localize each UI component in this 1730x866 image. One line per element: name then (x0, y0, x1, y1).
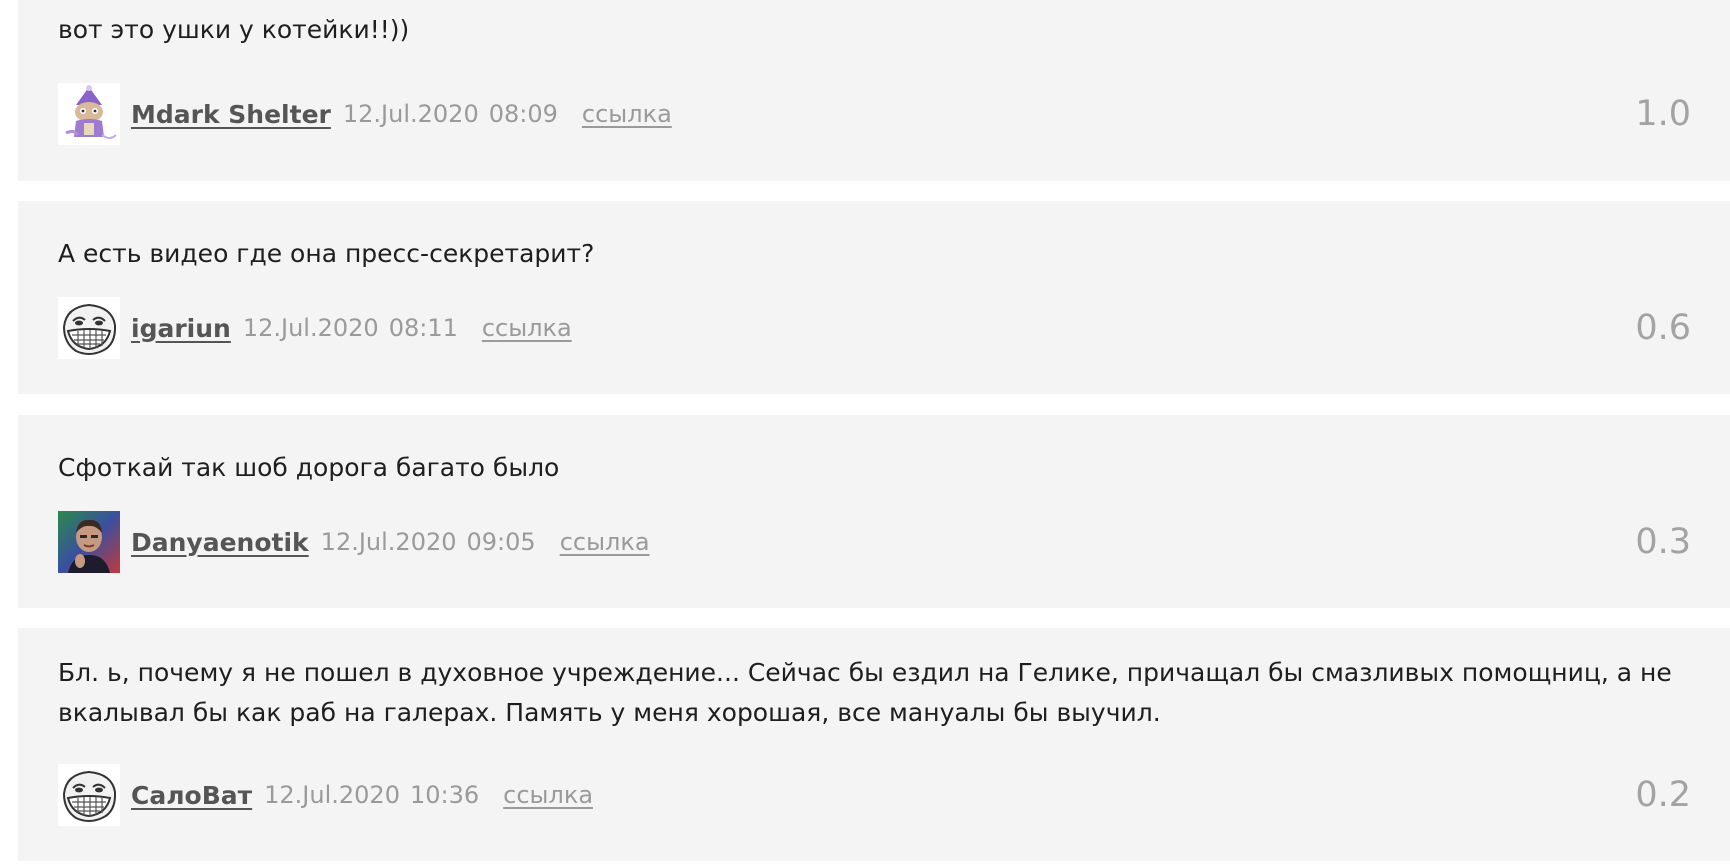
comment-meta: Danyaenotik 12.Jul.2020 09:05 ссылка 0.3 (58, 511, 1691, 573)
comment-permalink[interactable]: ссылка (582, 100, 672, 128)
comment-rating: 0.3 (1635, 522, 1691, 562)
comment-card: А есть видео где она пресс-секретарит? i… (18, 201, 1730, 394)
comment-meta: igariun 12.Jul.2020 08:11 ссылка 0.6 (58, 297, 1691, 359)
comment-permalink[interactable]: ссылка (503, 781, 593, 809)
comment-time: 08:11 (388, 314, 458, 342)
comment-rating: 0.2 (1635, 775, 1691, 815)
comment-card: вот это ушки у котейки!!)) Mdark Shelter… (18, 0, 1730, 181)
comment-card: Сфоткай так шоб дорога багато было Danya… (18, 415, 1730, 608)
author-link[interactable]: Danyaenotik (131, 528, 309, 557)
comment-text: Сфоткай так шоб дорога багато было (58, 453, 560, 482)
author-link[interactable]: Mdark Shelter (131, 100, 331, 129)
author-link[interactable]: igariun (131, 314, 231, 343)
comment-permalink[interactable]: ссылка (482, 314, 572, 342)
comment-time: 09:05 (466, 528, 536, 556)
comment-date: 12.Jul.2020 (320, 528, 457, 556)
comment-time: 10:36 (409, 781, 480, 809)
comment-text: А есть видео где она пресс-секретарит? (58, 239, 595, 268)
comment-card: Бл. ь, почему я не пошел в духовное учре… (18, 628, 1730, 861)
comment-time: 08:09 (488, 100, 558, 128)
trollface-avatar-icon[interactable] (58, 764, 120, 826)
comment-date: 12.Jul.2020 (342, 100, 479, 128)
comment-date: 12.Jul.2020 (242, 314, 379, 342)
comment-text: Бл. ь, почему я не пошел в духовное учре… (58, 658, 1672, 727)
author-link[interactable]: СалоВат (131, 781, 252, 810)
comment-rating: 0.6 (1635, 308, 1691, 348)
comment-permalink[interactable]: ссылка (560, 528, 650, 556)
photo-avatar-icon[interactable] (58, 511, 120, 573)
comment-meta: СалоВат 12.Jul.2020 10:36 ссылка 0.2 (58, 764, 1691, 826)
cartoon-cat-avatar-icon[interactable] (58, 83, 120, 145)
trollface-avatar-icon[interactable] (58, 297, 120, 359)
comment-text: вот это ушки у котейки!!)) (58, 15, 410, 44)
comment-rating: 1.0 (1635, 94, 1691, 134)
comment-date: 12.Jul.2020 (264, 781, 400, 809)
comment-meta: Mdark Shelter 12.Jul.2020 08:09 ссылка 1… (58, 83, 1691, 145)
